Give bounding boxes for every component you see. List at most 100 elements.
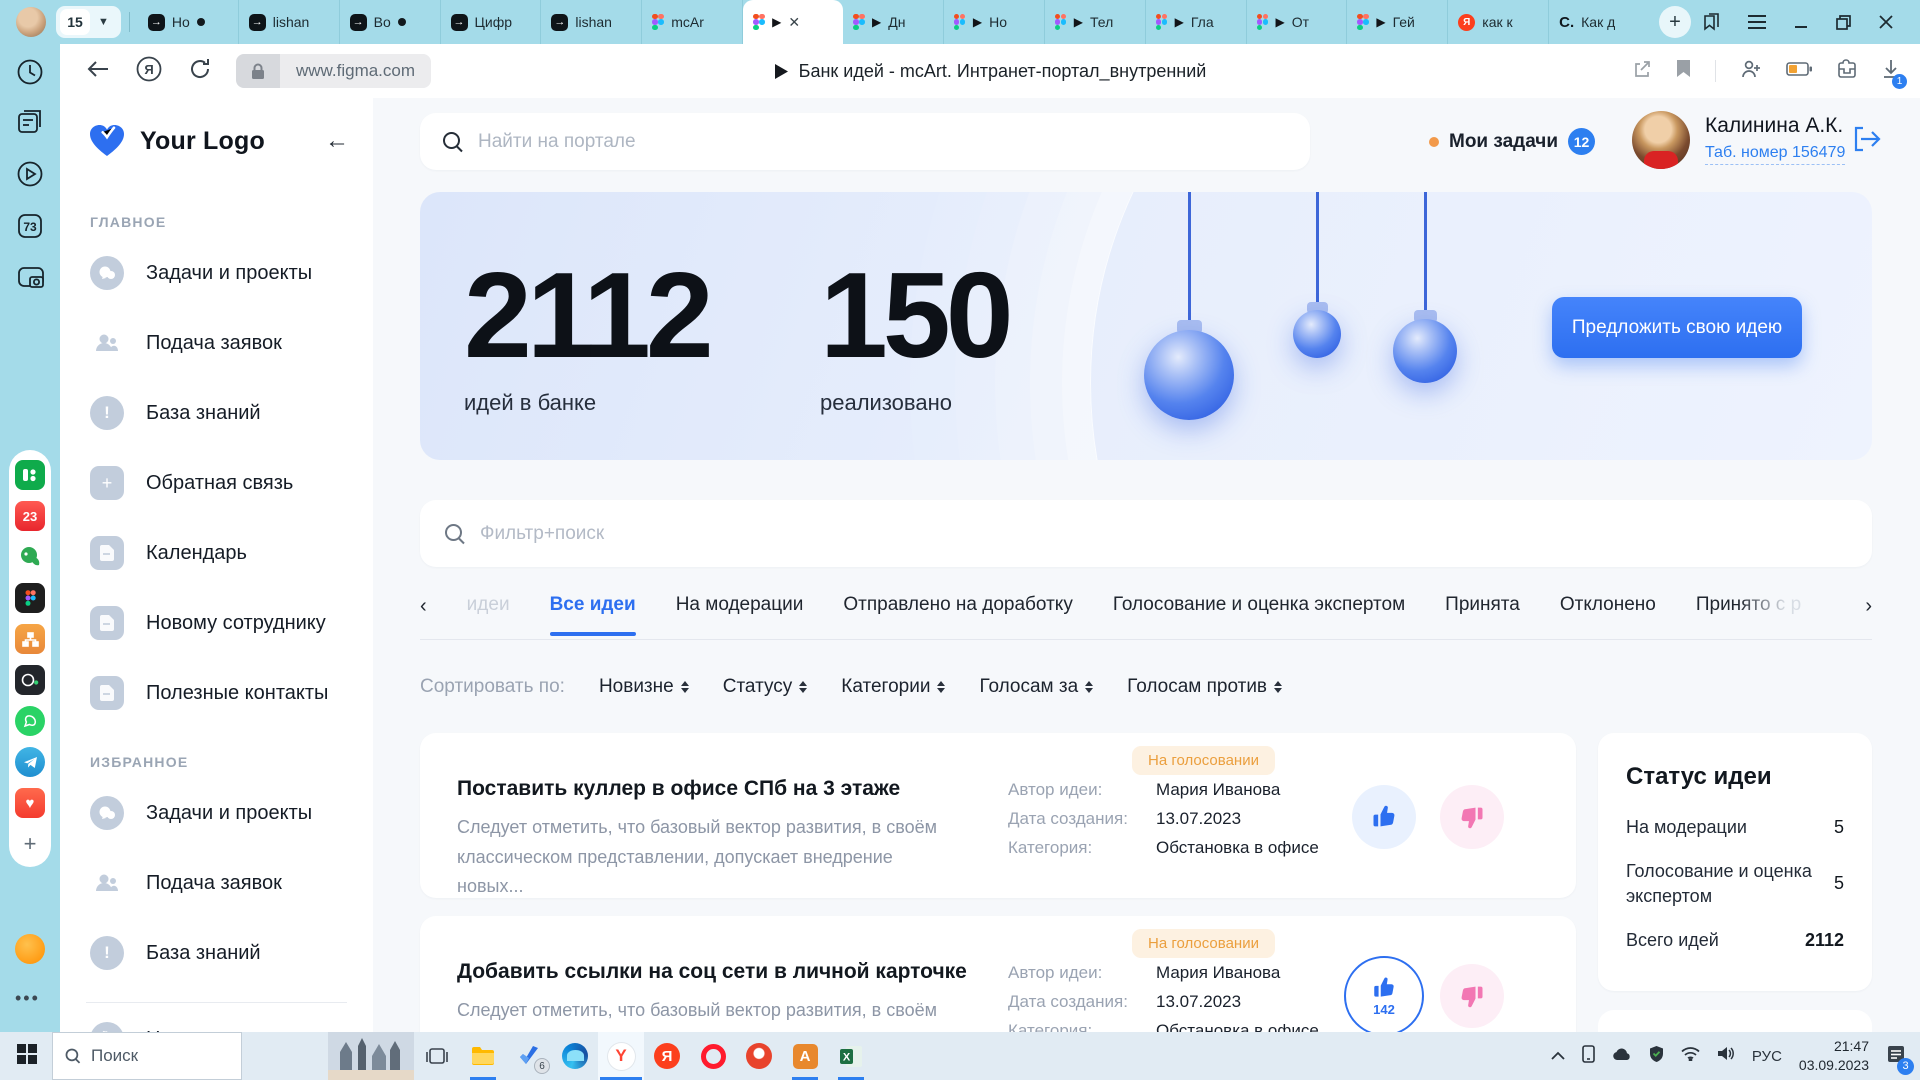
diagram-app-icon[interactable]	[15, 624, 45, 654]
notification-center-icon[interactable]: 3	[1886, 1044, 1906, 1069]
edge-icon[interactable]	[552, 1032, 598, 1080]
browser-tab[interactable]: C.Как д	[1549, 0, 1649, 44]
sidebar-item-new-employee[interactable]: Новому сотруднику	[60, 588, 373, 658]
browser-tab[interactable]: ▶Дн	[843, 0, 944, 44]
tab-all-ideas[interactable]: Все идеи	[550, 594, 636, 634]
file-explorer-icon[interactable]	[460, 1032, 506, 1080]
browser-tab[interactable]: mcAr	[642, 0, 743, 44]
minimize-button[interactable]	[1793, 14, 1809, 30]
feed-cards-icon[interactable]	[16, 108, 44, 141]
start-button[interactable]	[0, 1043, 52, 1070]
propose-idea-button[interactable]: Предложить свою идею	[1552, 297, 1802, 358]
counter-73-icon[interactable]: 73	[16, 212, 44, 245]
language-indicator[interactable]: РУС	[1752, 1048, 1782, 1065]
volume-icon[interactable]	[1717, 1046, 1735, 1066]
news-weather-widget[interactable]	[328, 1032, 414, 1080]
browser-tab[interactable]: →Цифр	[441, 0, 542, 44]
idea-card[interactable]: На голосовании Добавить ссылки на соц се…	[420, 916, 1576, 1032]
logout-icon[interactable]	[1851, 124, 1883, 159]
sidebar-fav-requests[interactable]: Подача заявок	[60, 848, 373, 918]
browser-profile-avatar[interactable]	[16, 7, 46, 37]
browser-tab[interactable]: →lishan	[541, 0, 642, 44]
yandex-key-icon[interactable]	[736, 1032, 782, 1080]
share-icon[interactable]	[1632, 59, 1652, 84]
collections-icon[interactable]	[1701, 12, 1721, 32]
yandex-app-icon[interactable]: Я	[644, 1032, 690, 1080]
tab-rejected[interactable]: Отклонено	[1560, 594, 1656, 634]
todo-check-icon[interactable]: 6	[506, 1032, 552, 1080]
sort-by-votes-against[interactable]: Голосам против	[1127, 676, 1282, 698]
add-app-icon[interactable]: +	[15, 829, 45, 859]
screenshot-icon[interactable]	[16, 264, 46, 297]
menu-icon[interactable]	[1747, 14, 1767, 30]
idea-card[interactable]: На голосовании Поставить куллер в офисе …	[420, 733, 1576, 898]
sidebar-item-calendar[interactable]: Календарь	[60, 518, 373, 588]
tabs-scroll-right-icon[interactable]: ›	[1865, 594, 1872, 618]
close-window-button[interactable]	[1878, 14, 1894, 30]
music-heart-icon[interactable]: ♥	[15, 788, 45, 818]
browser-tab[interactable]: ▶Но	[944, 0, 1045, 44]
thumbs-up-button[interactable]	[1352, 785, 1416, 849]
back-button[interactable]	[86, 59, 110, 84]
security-shield-icon[interactable]	[1649, 1045, 1664, 1068]
excel-icon[interactable]: X	[828, 1032, 874, 1080]
cloud-icon[interactable]	[1612, 1047, 1632, 1066]
filter-search[interactable]: Фильтр+поиск	[420, 500, 1872, 567]
tab-voting-expert[interactable]: Голосование и оценка экспертом	[1113, 594, 1405, 634]
more-options-icon[interactable]: •••	[15, 988, 40, 1009]
browser-tab[interactable]: ▶От	[1247, 0, 1348, 44]
tab-sent-for-revision[interactable]: Отправлено на доработку	[843, 594, 1072, 634]
sidebar-fav-knowledge-base[interactable]: !База знаний	[60, 918, 373, 988]
close-tab-icon[interactable]: ✕	[788, 14, 800, 31]
extensions-icon[interactable]	[1836, 59, 1858, 83]
my-tasks-button[interactable]: Мои задачи 12	[1429, 128, 1595, 155]
telegram-icon[interactable]	[15, 747, 45, 777]
tab-counter[interactable]: 15 ▼	[56, 6, 121, 38]
calendar-23-icon[interactable]: 23	[15, 501, 45, 531]
browser-tab[interactable]: Якак к	[1448, 0, 1549, 44]
browser-tab[interactable]: ▶Гей	[1347, 0, 1448, 44]
play-panel-icon[interactable]	[16, 160, 44, 193]
sort-by-status[interactable]: Статусу	[723, 676, 808, 698]
evernote-icon[interactable]	[15, 542, 45, 572]
tab-accepted[interactable]: Принята	[1445, 594, 1520, 634]
browser-tab-active[interactable]: ▶ ✕	[743, 0, 843, 44]
reload-button[interactable]	[188, 57, 212, 86]
sidebar-item-tasks-projects[interactable]: Задачи и проекты	[60, 238, 373, 308]
browser-tab[interactable]: →lishan	[239, 0, 340, 44]
thumbs-down-button[interactable]	[1440, 785, 1504, 849]
sort-by-category[interactable]: Категории	[841, 676, 945, 698]
new-tab-button[interactable]: +	[1659, 6, 1691, 38]
portal-search[interactable]: Найти на портале	[420, 113, 1310, 170]
sidebar-item-contacts[interactable]: Полезные контакты	[60, 658, 373, 728]
sort-by-votes-for[interactable]: Голосам за	[979, 676, 1093, 698]
address-bar[interactable]: www.figma.com	[280, 54, 431, 88]
thumbs-down-button[interactable]	[1440, 964, 1504, 1028]
disk-app-icon[interactable]	[15, 934, 45, 964]
sidebar-item-requests[interactable]: Подача заявок	[60, 308, 373, 378]
thumbs-up-button[interactable]: 142	[1344, 956, 1424, 1032]
orange-a-app-icon[interactable]: А	[782, 1032, 828, 1080]
downloads-icon[interactable]: 1	[1882, 59, 1900, 84]
restore-button[interactable]	[1835, 14, 1852, 31]
user-id-link[interactable]: Таб. номер 156479	[1705, 144, 1845, 165]
wifi-icon[interactable]	[1681, 1047, 1700, 1066]
yandex-browser-icon[interactable]: Y	[598, 1032, 644, 1080]
figma-app-icon[interactable]	[15, 583, 45, 613]
user-avatar[interactable]	[1632, 111, 1690, 169]
tabs-scroll-left-icon[interactable]: ‹	[420, 594, 427, 618]
history-clock-icon[interactable]	[16, 58, 44, 91]
phone-link-icon[interactable]	[1582, 1045, 1595, 1068]
site-security-lock-icon[interactable]	[236, 54, 280, 88]
browser-tab[interactable]: ▶Гла	[1146, 0, 1247, 44]
whatsapp-icon[interactable]	[15, 706, 45, 736]
sort-by-novelty[interactable]: Новизне	[599, 676, 689, 698]
clock[interactable]: 21:47 03.09.2023	[1799, 1037, 1869, 1075]
tab-accepted-with[interactable]: Принято с р	[1696, 594, 1801, 634]
browser-tab[interactable]: →Но	[138, 0, 239, 44]
bookmark-icon[interactable]	[1676, 59, 1691, 83]
yandex-home-button[interactable]: Я	[136, 56, 162, 87]
sidebar-item-knowledge-base[interactable]: !База знаний	[60, 378, 373, 448]
battery-icon[interactable]	[1786, 62, 1812, 81]
lens-app-icon[interactable]	[15, 665, 45, 695]
